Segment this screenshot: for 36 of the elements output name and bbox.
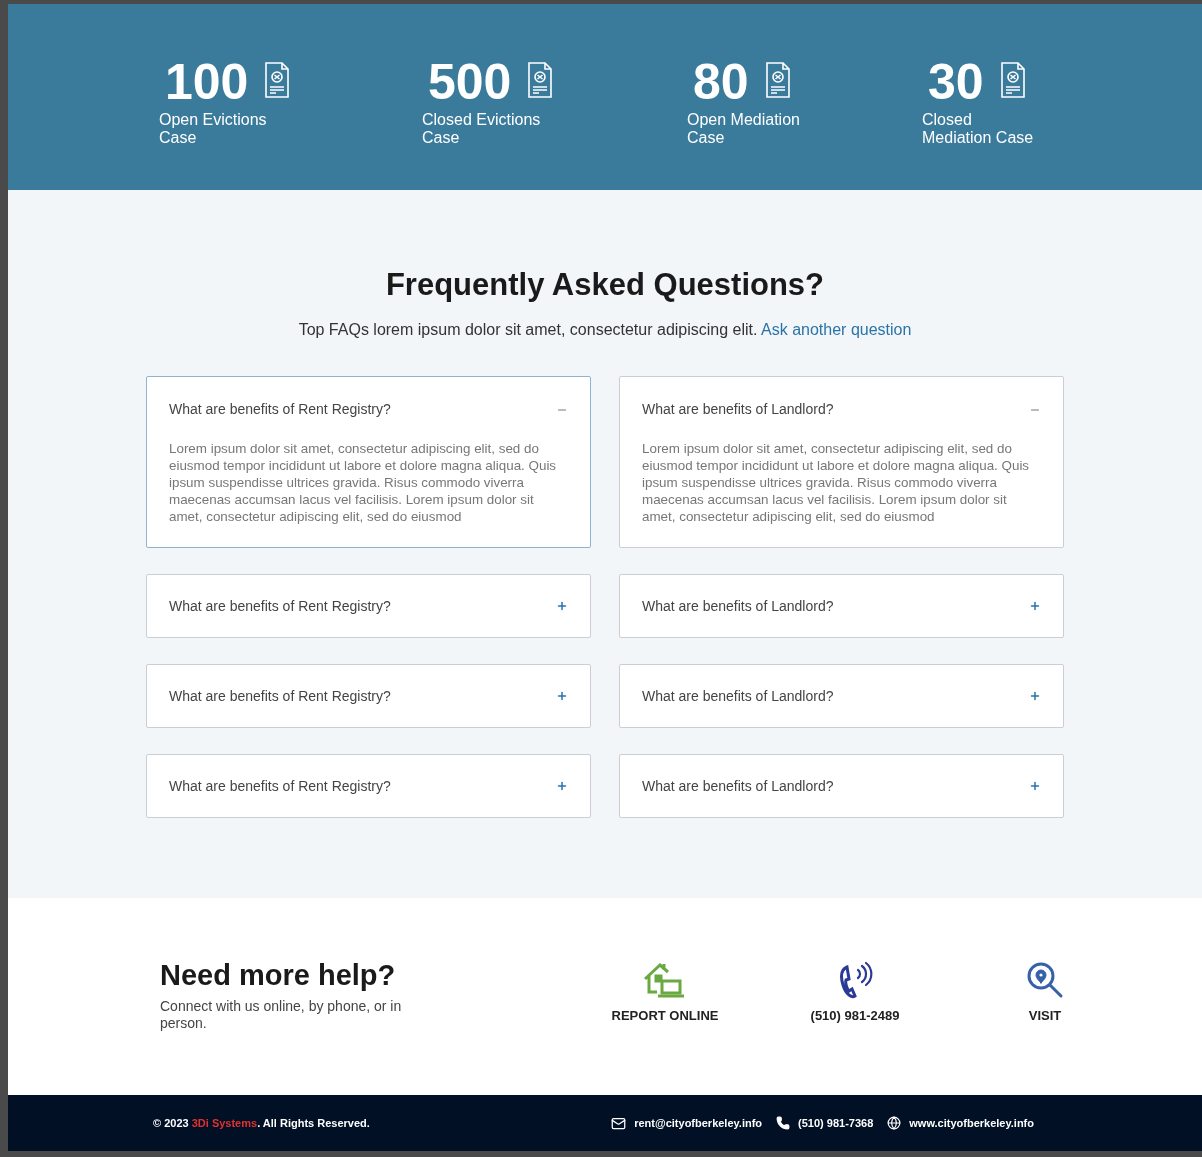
faq-question: What are benefits of Rent Registry?	[169, 776, 391, 796]
faq-answer: Lorem ipsum dolor sit amet, consectetur adipiscing elit, sed do eiusmod tempor incididunt ut labore et dolore magna aliqua. Quis ipsum suspendisse ultrices gravida. Risus commodo viverra maecenas accumsan lacus vel facilisis. Lorem ipsum dolor sit amet, consectetur adipiscing elit, sed do eiusmod	[169, 440, 558, 525]
footer-contact[interactable]: rent@cityofberkeley.info	[634, 1114, 763, 1132]
stat-label: Open Mediation Case	[687, 111, 801, 147]
stat-label: Open Evictions Case	[159, 111, 268, 147]
copyright-text: © 2023 3Di Systems. All Rights Reserved.	[153, 1115, 370, 1131]
faq-question: What are benefits of Landlord?	[642, 776, 834, 796]
stat-value: 80	[693, 54, 749, 110]
contact-option[interactable]: (510) 981-2489	[760, 958, 950, 1026]
stat-value: 100	[165, 54, 249, 110]
contact-option[interactable]: VISIT	[950, 958, 1140, 1026]
stat-value: 500	[428, 54, 512, 110]
faq-question: What are benefits of Rent Registry?	[169, 400, 391, 419]
faq-card[interactable]: What are benefits of Landlord?	[619, 754, 1064, 818]
help-text: Connect with us online, by phone, or in person.	[160, 998, 403, 1032]
faq-card[interactable]: What are benefits of Landlord?	[619, 574, 1064, 638]
faq-question: What are benefits of Landlord?	[642, 400, 834, 419]
faq-question: What are benefits of Landlord?	[642, 596, 834, 616]
help-title: Need more help?	[160, 958, 397, 992]
faq-card[interactable]: What are benefits of Rent Registry?	[146, 754, 591, 818]
footer-contact[interactable]: (510) 981-7368	[798, 1114, 874, 1132]
faq-card[interactable]: What are benefits of Landlord?	[619, 664, 1064, 728]
faq-question: What are benefits of Rent Registry?	[169, 596, 391, 616]
contact-option[interactable]: REPORT ONLINE	[570, 958, 760, 1026]
stat-label: Closed Mediation Case	[922, 111, 1035, 147]
faq-card[interactable]: What are benefits of Rent Registry?	[146, 664, 591, 728]
faq-intro: Top FAQs lorem ipsum dolor sit amet, consectetur adipiscing elit. Ask another question	[298, 320, 912, 340]
stat-label: Closed Evictions Case	[422, 111, 542, 147]
faq-card[interactable]: What are benefits of Rent Registry?	[146, 574, 591, 638]
stat-value: 30	[928, 54, 984, 110]
footer-contact[interactable]: www.cityofberkeley.info	[909, 1114, 1034, 1132]
faq-question: What are benefits of Rent Registry?	[169, 686, 391, 706]
faq-answer: Lorem ipsum dolor sit amet, consectetur adipiscing elit, sed do eiusmod tempor incididunt ut labore et dolore magna aliqua. Quis ipsum suspendisse ultrices gravida. Risus commodo viverra maecenas accumsan lacus vel facilisis. Lorem ipsum dolor sit amet, consectetur adipiscing elit, sed do eiusmod	[642, 440, 1031, 525]
faq-title: Frequently Asked Questions?	[385, 266, 825, 304]
faq-question: What are benefits of Landlord?	[642, 686, 834, 706]
ask-question-link[interactable]: Ask another question	[761, 321, 912, 338]
